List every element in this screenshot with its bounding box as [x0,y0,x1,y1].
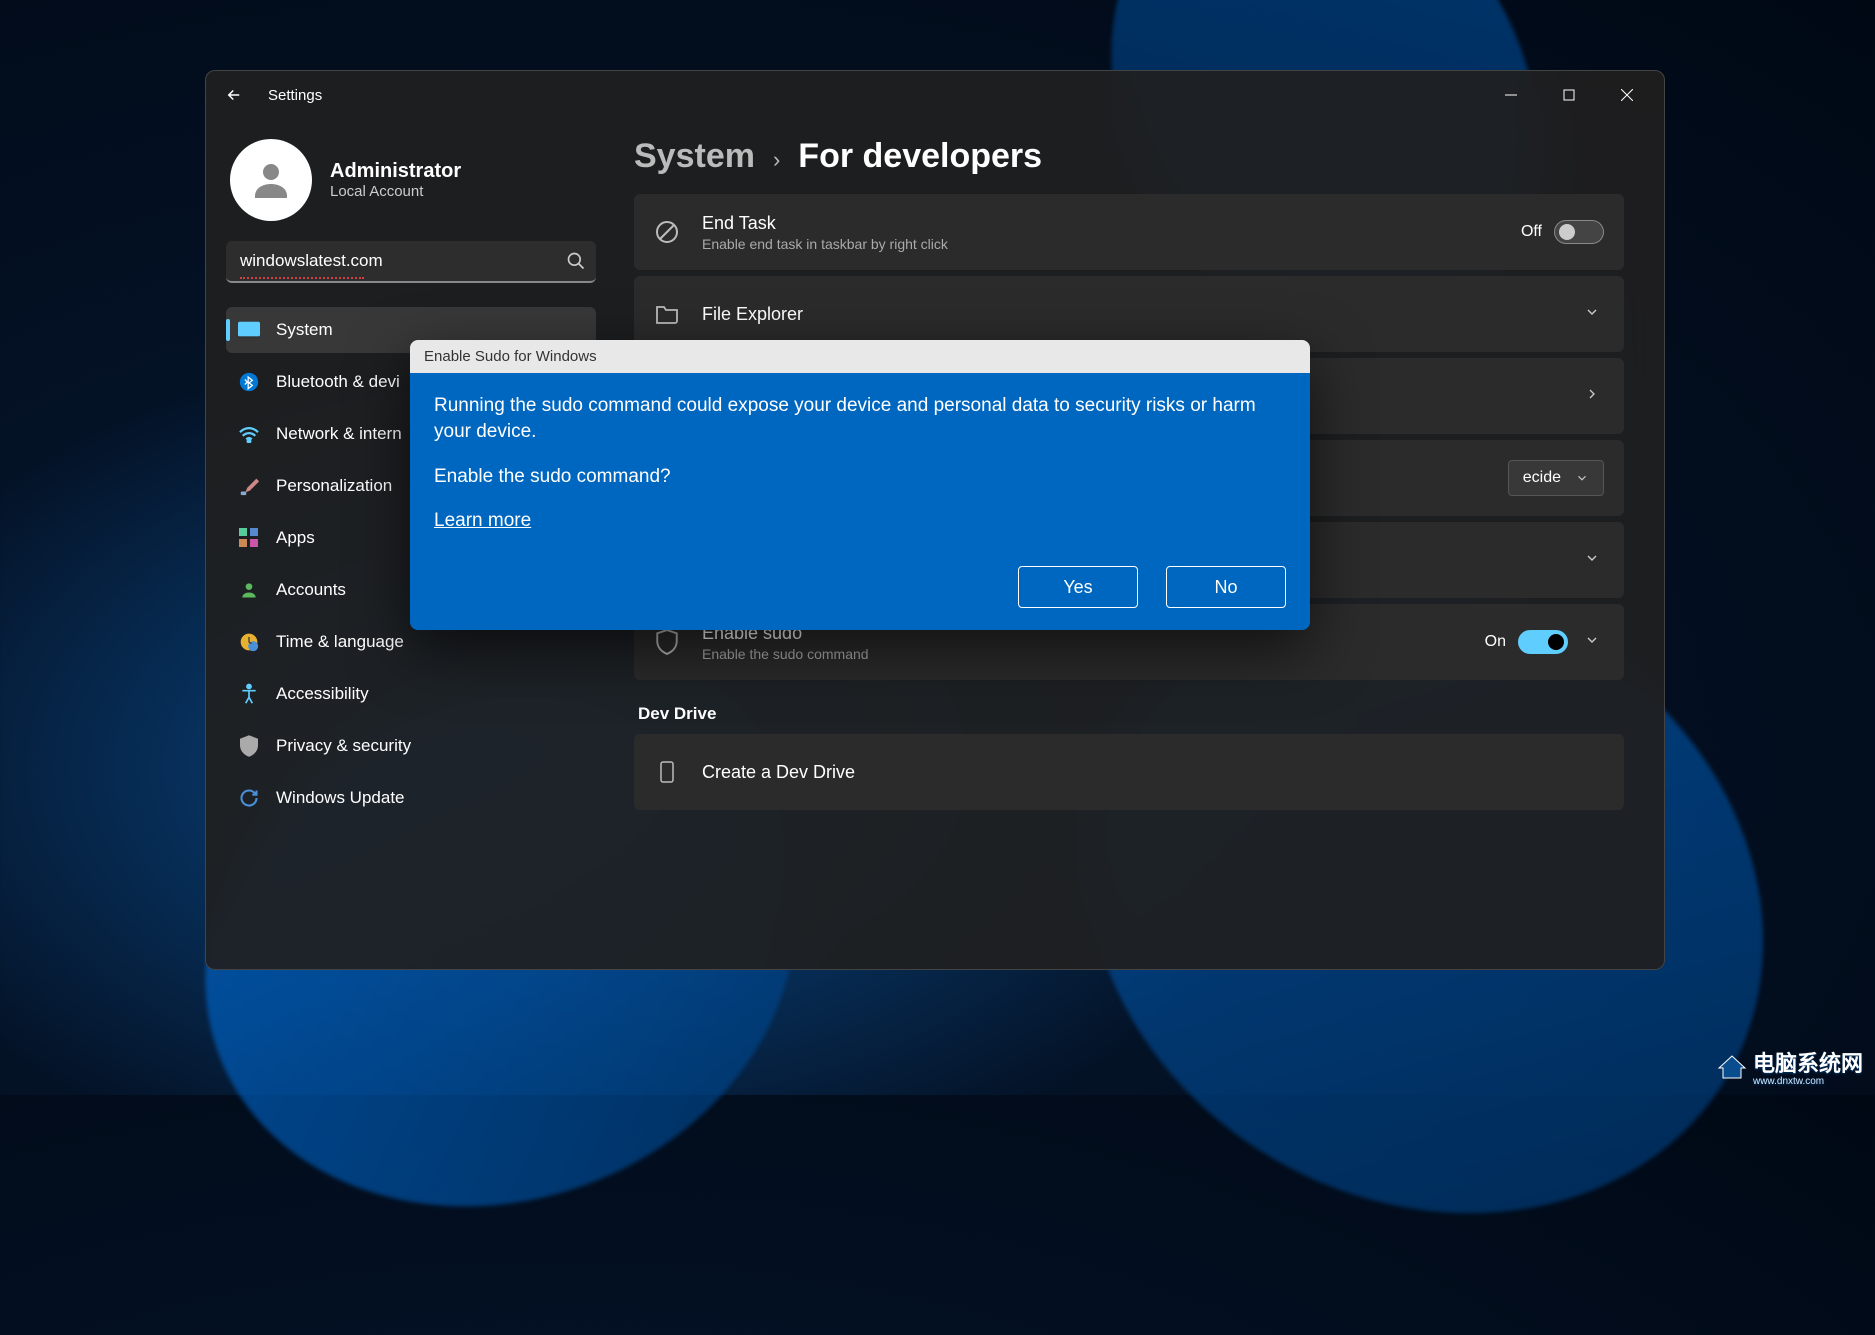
person-icon [238,579,260,601]
end-task-toggle[interactable] [1554,220,1604,244]
card-sub: Enable the sudo command [702,646,1485,662]
sidebar-item-label: Apps [276,528,315,548]
sidebar-item-privacy[interactable]: Privacy & security [226,723,596,769]
sidebar-item-accessibility[interactable]: Accessibility [226,671,596,717]
dialog-question-text: Enable the sudo command? [434,466,1286,488]
yes-button[interactable]: Yes [1018,566,1138,608]
person-icon [247,156,295,204]
search-icon [566,251,586,271]
sidebar-item-label: Personalization [276,476,392,496]
breadcrumb: System › For developers [634,137,1624,176]
enable-sudo-dialog: Enable Sudo for Windows Running the sudo… [410,340,1310,630]
watermark-text: 电脑系统网 [1753,1051,1863,1076]
bluetooth-icon [238,371,260,393]
minimize-button[interactable] [1482,75,1540,115]
maximize-icon [1563,89,1575,101]
close-button[interactable] [1598,75,1656,115]
drive-icon [654,760,680,784]
spellcheck-underline [240,277,364,279]
sidebar-item-label: Network & intern [276,424,402,444]
breadcrumb-current: For developers [798,137,1042,176]
system-icon [238,319,260,341]
dialog-warning-text: Running the sudo command could expose yo… [434,393,1286,444]
toggle-state: Off [1521,223,1542,241]
close-icon [1621,89,1633,101]
titlebar: Settings [206,71,1664,119]
card-sub: Enable end task in taskbar by right clic… [702,236,1521,252]
card-end-task[interactable]: End Task Enable end task in taskbar by r… [634,194,1624,270]
clock-icon [238,631,260,653]
sidebar-item-label: System [276,320,333,340]
sidebar-item-label: Accessibility [276,684,369,704]
blocked-icon [654,220,680,244]
user-block[interactable]: Administrator Local Account [226,127,606,241]
accessibility-icon [238,683,260,705]
app-title: Settings [268,87,322,104]
chevron-down-icon[interactable] [1580,300,1604,329]
chevron-down-icon [1575,471,1589,485]
user-sub: Local Account [330,183,461,200]
sidebar-item-label: Bluetooth & devi [276,372,400,392]
chevron-right-icon: › [773,147,780,173]
sidebar-item-label: Time & language [276,632,404,652]
search-button[interactable] [566,251,586,276]
card-title: Create a Dev Drive [702,762,1604,783]
folder-icon [654,304,680,324]
update-icon [238,787,260,809]
learn-more-link[interactable]: Learn more [434,510,531,531]
sidebar-item-label: Accounts [276,580,346,600]
house-icon [1717,1054,1747,1080]
avatar [230,139,312,221]
sudo-toggle[interactable] [1518,630,1568,654]
shield-icon [238,735,260,757]
chevron-down-icon[interactable] [1580,546,1604,575]
card-create-dev-drive[interactable]: Create a Dev Drive [634,734,1624,810]
brush-icon [238,475,260,497]
watermark-sub: www.dnxtw.com [1753,1076,1863,1087]
back-button[interactable] [214,75,254,115]
card-title: End Task [702,213,1521,234]
no-button[interactable]: No [1166,566,1286,608]
toggle-state: On [1485,633,1506,651]
dialog-title: Enable Sudo for Windows [410,340,1310,373]
minimize-icon [1505,89,1517,101]
breadcrumb-parent[interactable]: System [634,137,755,176]
maximize-button[interactable] [1540,75,1598,115]
section-dev-drive: Dev Drive [638,704,1624,724]
chevron-right-icon[interactable] [1580,382,1604,411]
dropdown-value: ecide [1523,469,1561,487]
shield-icon [654,629,680,655]
default-app-dropdown[interactable]: ecide [1508,460,1604,496]
sidebar-item-label: Privacy & security [276,736,411,756]
sidebar-item-label: Windows Update [276,788,405,808]
watermark: 电脑系统网 www.dnxtw.com [1717,1046,1863,1087]
arrow-left-icon [225,86,243,104]
user-name: Administrator [330,160,461,183]
apps-icon [238,527,260,549]
card-title: File Explorer [702,304,1580,325]
sidebar-item-update[interactable]: Windows Update [226,775,596,821]
chevron-down-icon[interactable] [1580,628,1604,657]
wifi-icon [238,423,260,445]
